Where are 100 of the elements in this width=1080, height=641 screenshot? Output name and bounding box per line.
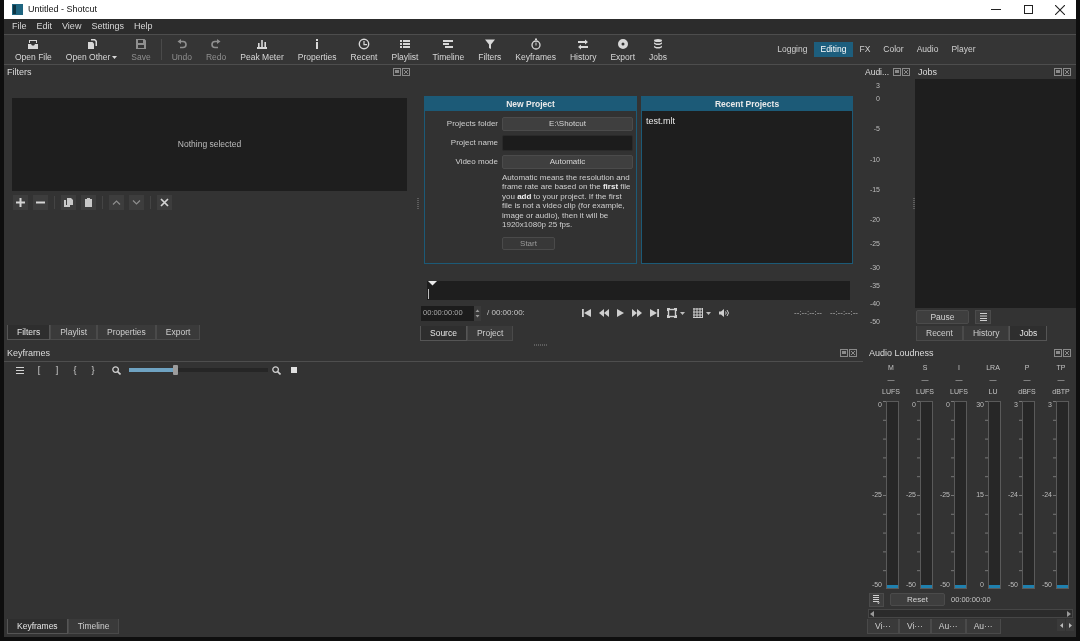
- toolbar-button[interactable]: Peak Meter: [233, 35, 291, 64]
- clock-icon: [358, 37, 370, 50]
- layout-tab[interactable]: Logging: [770, 42, 814, 57]
- tab[interactable]: Timeline: [67, 619, 120, 634]
- keyframe-tool-button[interactable]: }: [84, 363, 102, 377]
- zoom-in-icon[interactable]: [272, 365, 281, 375]
- close-icon[interactable]: [1055, 4, 1065, 15]
- stopwatch-icon: [529, 37, 542, 50]
- maximize-icon[interactable]: [1023, 5, 1033, 14]
- tab[interactable]: Source: [420, 326, 467, 341]
- duration-text: / 00:00:00:: [487, 309, 525, 317]
- tab[interactable]: Jobs: [1009, 326, 1048, 341]
- empty-message: Nothing selected: [177, 140, 242, 149]
- grid-icon[interactable]: [692, 308, 703, 318]
- menu-button[interactable]: [869, 592, 884, 607]
- app-icon: [12, 4, 23, 15]
- tab[interactable]: Export: [155, 325, 201, 340]
- pause-button[interactable]: Pause: [916, 310, 969, 324]
- layout-tab[interactable]: Color: [876, 42, 911, 57]
- tab[interactable]: Au···: [965, 619, 1001, 634]
- float-icon[interactable]: [1054, 349, 1062, 357]
- menu-icon: [979, 313, 987, 321]
- play-icon[interactable]: [616, 309, 624, 317]
- move-up-button[interactable]: [109, 195, 124, 210]
- field-button[interactable]: Automatic: [502, 155, 633, 169]
- keyframe-tool-button[interactable]: ]: [48, 363, 66, 377]
- panel-title: Audio Loudness: [869, 348, 935, 358]
- deselect-button[interactable]: [157, 195, 172, 210]
- tab[interactable]: Project: [466, 326, 514, 341]
- toolbar-button[interactable]: Recent: [343, 35, 385, 64]
- menu-item[interactable]: Settings: [86, 19, 129, 34]
- toolbar-button[interactable]: Open Other: [58, 35, 125, 64]
- slider-handle[interactable]: [172, 365, 178, 375]
- zoom-out-icon[interactable]: [112, 365, 121, 375]
- keyframe-tool-button[interactable]: [: [30, 363, 48, 377]
- frame-icon[interactable]: [666, 308, 677, 318]
- layout-tab[interactable]: Player: [944, 42, 982, 57]
- float-icon[interactable]: [1054, 68, 1062, 76]
- tab[interactable]: Recent: [916, 326, 963, 341]
- horizontal-scrollbar[interactable]: [868, 609, 1073, 618]
- layout-tab[interactable]: Audio: [910, 42, 945, 57]
- window-title: Untitled - Shotcut: [28, 5, 99, 14]
- field-button[interactable]: E:\Shotcut: [502, 117, 633, 131]
- rewind-icon[interactable]: [598, 309, 609, 317]
- layout-tab[interactable]: FX: [852, 42, 877, 57]
- grip-icon: [416, 198, 419, 210]
- layout-tab[interactable]: Editing: [813, 42, 853, 57]
- menu-item[interactable]: Help: [128, 19, 158, 34]
- tab[interactable]: Au···: [930, 619, 966, 634]
- menu-item[interactable]: Edit: [31, 19, 58, 34]
- tab[interactable]: Keyframes: [7, 619, 68, 634]
- toolbar-button[interactable]: Jobs: [642, 35, 674, 64]
- chevron-down-icon: [132, 198, 141, 207]
- playhead-icon: [428, 281, 437, 300]
- caret-icon: [705, 311, 711, 315]
- zoom-slider[interactable]: [129, 368, 268, 372]
- field-label: Project name: [449, 139, 498, 147]
- float-icon[interactable]: [393, 68, 401, 76]
- tab[interactable]: Properties: [97, 325, 156, 340]
- panel-title: Audi...: [865, 67, 891, 77]
- remove-button[interactable]: [33, 195, 48, 210]
- float-icon[interactable]: [840, 349, 848, 357]
- menu-button[interactable]: [975, 310, 991, 324]
- spinner-icon[interactable]: [474, 305, 481, 321]
- paste-button[interactable]: [81, 195, 96, 210]
- float-icon[interactable]: [893, 68, 901, 76]
- toolbar-button[interactable]: Open File: [8, 35, 59, 64]
- tab[interactable]: Vi···: [898, 619, 931, 634]
- tray-icon: [27, 37, 40, 50]
- reset-button[interactable]: Reset: [890, 593, 945, 606]
- keyframe-tool-button[interactable]: {: [66, 363, 84, 377]
- menu-item[interactable]: File: [7, 19, 32, 34]
- arrow-left-icon[interactable]: [870, 610, 874, 617]
- tab[interactable]: Filters: [7, 325, 51, 340]
- move-down-button[interactable]: [129, 195, 144, 210]
- menu-icon: [16, 366, 24, 374]
- caret-icon: [679, 311, 685, 315]
- toolbar-button[interactable]: History: [563, 35, 604, 64]
- field-label: Video mode: [454, 158, 498, 166]
- tracks-icon: [442, 37, 455, 50]
- copy-button[interactable]: [61, 195, 76, 210]
- tab[interactable]: Playlist: [50, 325, 98, 340]
- panel-header: New Project: [425, 97, 636, 111]
- skip-forward-icon[interactable]: [649, 309, 659, 317]
- fast-forward-icon[interactable]: [631, 309, 642, 317]
- toolbar-button[interactable]: Export: [603, 35, 642, 64]
- volume-icon[interactable]: [718, 309, 729, 317]
- toolbar-button[interactable]: Filters: [471, 35, 509, 64]
- toolbar-button[interactable]: Timeline: [425, 35, 472, 64]
- toolbar-button[interactable]: Keyframes: [508, 35, 563, 64]
- add-button[interactable]: [13, 195, 28, 210]
- recent-project-item[interactable]: test.mlt: [646, 117, 675, 126]
- arrow-left-icon[interactable]: [1059, 622, 1063, 628]
- toolbar-button[interactable]: Playlist: [384, 35, 426, 64]
- clipboard-icon: [84, 198, 93, 207]
- menu-item[interactable]: View: [57, 19, 87, 34]
- toolbar-button[interactable]: Properties: [290, 35, 344, 64]
- tab[interactable]: History: [962, 326, 1010, 341]
- tab[interactable]: Vi···: [867, 619, 899, 634]
- skip-back-icon[interactable]: [581, 309, 591, 317]
